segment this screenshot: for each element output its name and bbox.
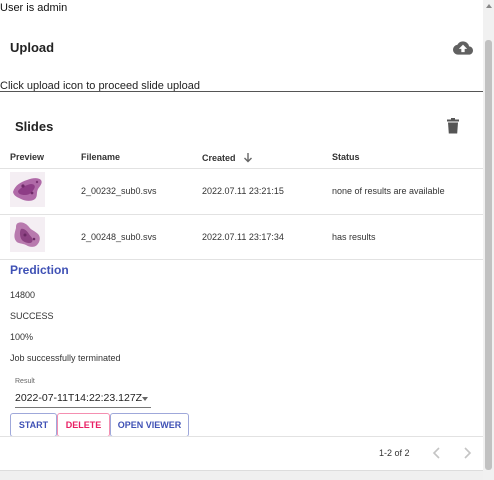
slide-thumbnail xyxy=(10,172,45,207)
row-created: 2022.07.11 23:17:34 xyxy=(202,232,284,242)
result-label: Result xyxy=(15,378,35,385)
start-button[interactable]: START xyxy=(10,413,57,437)
open-viewer-button[interactable]: OPEN VIEWER xyxy=(110,413,189,437)
column-header-preview: Preview xyxy=(10,152,45,162)
delete-button[interactable]: DELETE xyxy=(57,413,110,437)
slide-thumbnail xyxy=(10,217,45,252)
result-value: 2022-07-11T14:22:23.127Z xyxy=(15,392,143,404)
column-header-filename: Filename xyxy=(81,152,121,162)
prediction-message: Job successfully terminated xyxy=(10,353,121,363)
trash-icon[interactable] xyxy=(446,118,460,134)
pagination-text: 1-2 of 2 xyxy=(379,448,410,458)
divider xyxy=(0,168,483,169)
user-status-text: User is admin xyxy=(0,2,68,14)
divider xyxy=(0,259,483,260)
row-filename: 2_00248_sub0.svs xyxy=(81,232,157,242)
chevron-right-icon[interactable] xyxy=(461,446,473,460)
prediction-progress: 100% xyxy=(10,332,34,342)
app-frame: User is admin Upload Click upload icon t… xyxy=(0,0,494,480)
row-status: has results xyxy=(332,232,376,242)
result-select[interactable]: 2022-07-11T14:22:23.127Z xyxy=(15,390,151,408)
bottom-edge xyxy=(0,470,483,480)
row-status: none of results are available xyxy=(332,186,445,196)
upload-title: Upload xyxy=(10,40,55,55)
row-created: 2022.07.11 23:21:15 xyxy=(202,186,284,196)
prediction-title: Prediction xyxy=(10,263,69,277)
column-header-created-label: Created xyxy=(202,152,236,163)
column-header-created[interactable]: Created xyxy=(202,152,253,165)
slides-title: Slides xyxy=(15,119,54,134)
row-filename: 2_00232_sub0.svs xyxy=(81,186,157,196)
arrow-down-icon xyxy=(243,152,253,165)
prediction-state: SUCCESS xyxy=(10,311,54,321)
divider xyxy=(0,214,483,215)
scrollbar-thumb[interactable] xyxy=(485,40,492,470)
divider xyxy=(0,91,483,92)
chevron-down-icon xyxy=(142,397,148,401)
divider xyxy=(0,436,483,437)
vertical-scrollbar[interactable] xyxy=(483,0,494,480)
column-header-status: Status xyxy=(332,152,360,162)
prediction-job-id: 14800 xyxy=(10,290,36,300)
scroll-up-arrow-icon[interactable] xyxy=(486,4,492,8)
chevron-left-icon[interactable] xyxy=(431,446,443,460)
cloud-upload-icon[interactable] xyxy=(452,38,474,58)
